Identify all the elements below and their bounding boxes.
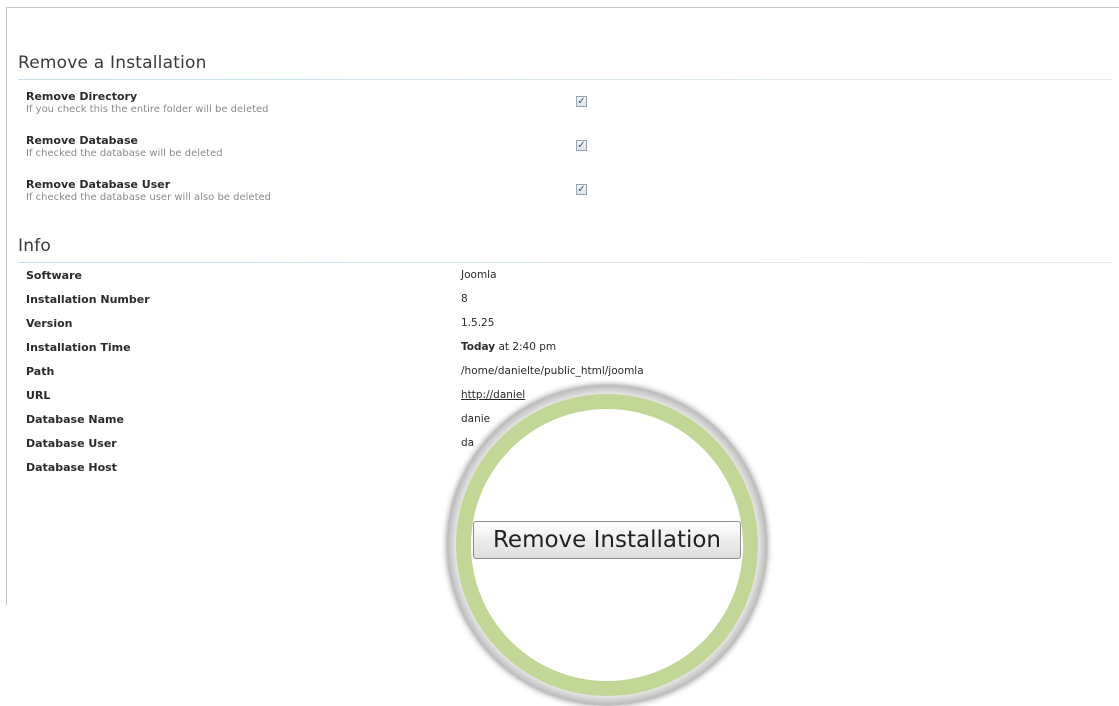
remove-database-label: Remove Database: [26, 134, 138, 147]
info-section-divider: [18, 262, 1113, 263]
info-label-database-host: Database Host: [26, 461, 117, 474]
remove-database-description: If checked the database will be deleted: [26, 148, 223, 159]
info-label-installation-number: Installation Number: [26, 293, 150, 306]
remove-database-checkbox[interactable]: ✓: [576, 140, 587, 151]
info-label-installation-time: Installation Time: [26, 341, 131, 354]
info-label-database-name: Database Name: [26, 413, 124, 426]
info-value-installation-time: Today at 2:40 pm: [461, 341, 556, 353]
remove-installation-button[interactable]: Remove Installation: [473, 521, 741, 559]
url-link-text[interactable]: http://daniel: [461, 389, 525, 401]
installation-time-day: Today: [461, 341, 496, 353]
installation-time-clock: at 2:40 pm: [495, 341, 557, 353]
info-value-software: Joomla: [461, 269, 497, 281]
remove-database-user-description: If checked the database user will also b…: [26, 192, 272, 203]
remove-section-title: Remove a Installation: [18, 53, 207, 73]
remove-directory-checkbox[interactable]: ✓: [576, 96, 587, 107]
info-value-database-name: danie: [461, 413, 491, 425]
remove-database-user-label: Remove Database User: [26, 178, 171, 191]
remove-directory-label: Remove Directory: [26, 90, 138, 103]
info-value-installation-number: 8: [461, 293, 468, 305]
info-label-url: URL: [26, 389, 51, 402]
remove-section-divider: [18, 79, 1113, 80]
info-value-database-user: da: [461, 437, 475, 449]
info-label-software: Software: [26, 269, 82, 282]
info-label-version: Version: [26, 317, 73, 330]
info-value-version: 1.5.25: [461, 317, 495, 329]
info-value-path: /home/danielte/public_html/joomla: [461, 365, 644, 377]
info-label-path: Path: [26, 365, 55, 378]
remove-database-user-checkbox[interactable]: ✓: [576, 184, 587, 195]
remove-directory-description: If you check this the entire folder will…: [26, 104, 269, 115]
info-label-database-user: Database User: [26, 437, 117, 450]
info-section-title: Info: [18, 236, 51, 256]
info-value-url-link[interactable]: http://daniel: [461, 389, 525, 401]
